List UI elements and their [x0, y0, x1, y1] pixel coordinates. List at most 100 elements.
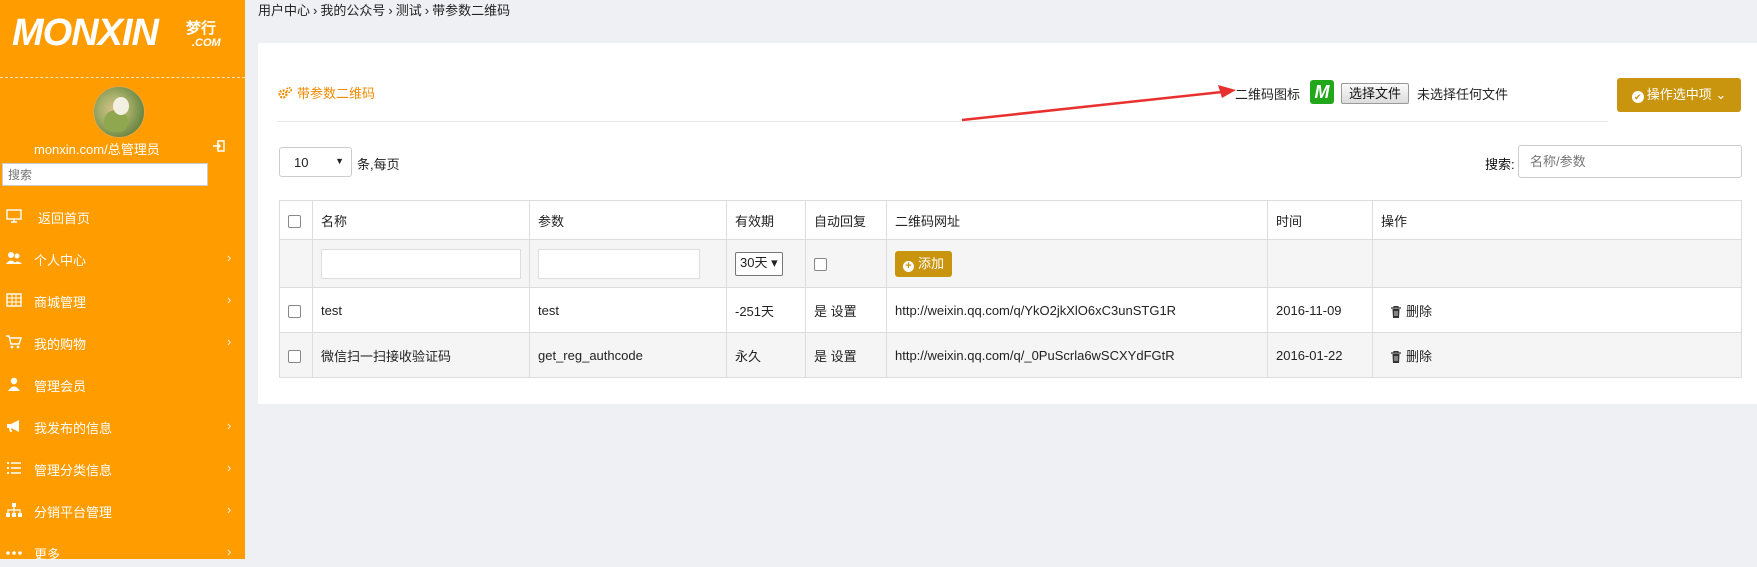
url-cell: http://weixin.qq.com/q/_0PuScrla6wSCXYdF…: [886, 332, 1268, 378]
sidebar-item-label: 更多: [34, 547, 61, 562]
sidebar-item-distribution[interactable]: 分销平台管理 ›: [0, 495, 245, 525]
breadcrumb-item[interactable]: 我的公众号: [320, 3, 385, 18]
sidebar-item-more[interactable]: 更多 ›: [0, 537, 245, 567]
qr-icon-label: 二维码图标: [1235, 87, 1301, 102]
column-header[interactable]: 时间: [1267, 200, 1373, 240]
validity-select[interactable]: 30天 ▾: [735, 251, 783, 276]
actions-cell: 删除: [1372, 332, 1742, 378]
sidebar-item-label: 返回首页: [38, 211, 91, 226]
new-param-input[interactable]: [538, 248, 700, 279]
monitor-icon: [6, 209, 22, 223]
trash-icon: [1391, 350, 1401, 363]
page-size-value: 10: [294, 155, 309, 170]
sidebar-item-home[interactable]: 返回首页: [0, 201, 245, 231]
auto-reply-checkbox[interactable]: [814, 258, 827, 272]
delete-button[interactable]: 删除: [1391, 349, 1432, 364]
breadcrumb-separator: ›: [313, 3, 318, 18]
cell: [1267, 239, 1373, 288]
auto-reply-cell: 是 设置: [805, 332, 887, 378]
time-cell: 2016-01-22: [1267, 332, 1373, 378]
sidebar-item-my-posts[interactable]: 我发布的信息 ›: [0, 411, 245, 441]
list-icon: [7, 462, 21, 474]
cell: [279, 287, 313, 333]
logout-icon[interactable]: [213, 140, 225, 152]
sidebar-item-members[interactable]: 管理会员: [0, 369, 245, 399]
chevron-right-icon: ›: [227, 292, 232, 307]
name-cell: 微信扫一扫接收验证码: [312, 332, 530, 378]
auto-reply-settings-link[interactable]: 设置: [831, 349, 857, 364]
sidebar-item-label: 个人中心: [34, 253, 87, 268]
cell: [312, 239, 530, 288]
logo[interactable]: MONXIN 梦行 .COM: [12, 12, 232, 56]
megaphone-icon: [7, 420, 19, 432]
column-header: 操作: [1372, 200, 1742, 240]
sidebar-item-personal[interactable]: 个人中心 ›: [0, 243, 245, 273]
delete-label: 删除: [1406, 348, 1433, 364]
sidebar-item-label: 管理会员: [34, 379, 87, 394]
caret-down-icon: ▼: [335, 156, 344, 166]
auto-reply-yes: 是: [814, 348, 828, 364]
file-status: 未选择任何文件: [1417, 87, 1509, 102]
cell: [279, 239, 313, 288]
sidebar-item-shopping[interactable]: 我的购物 ›: [0, 327, 245, 357]
select-all-cell: [279, 200, 313, 240]
logo-cn: 梦行: [186, 20, 217, 37]
auto-reply-settings-link[interactable]: 设置: [831, 304, 857, 319]
check-circle-icon: ✔: [1631, 91, 1644, 103]
sidebar-item-label: 管理分类信息: [34, 463, 113, 478]
row-checkbox[interactable]: [288, 349, 301, 363]
validity-cell: 永久: [726, 332, 806, 378]
table-row: test test -251天 是 设置 http://weixin.qq.co…: [279, 287, 1742, 333]
chevron-down-icon: ⌄: [1715, 87, 1727, 102]
delete-label: 删除: [1406, 303, 1433, 319]
validity-cell: -251天: [726, 287, 806, 333]
batch-operations-button[interactable]: ✔ 操作选中项 ⌄: [1617, 78, 1741, 112]
choose-file-button[interactable]: 选择文件: [1341, 83, 1410, 104]
username[interactable]: monxin.com/总管理员: [34, 139, 160, 158]
breadcrumb-item-current: 带参数二维码: [432, 3, 511, 18]
avatar-figure-head: [113, 97, 129, 115]
cell: [279, 332, 313, 378]
auto-reply-cell: 是 设置: [805, 287, 887, 333]
search-label: 搜索:: [1485, 157, 1515, 172]
actions-cell: 删除: [1372, 287, 1742, 333]
delete-button[interactable]: 删除: [1391, 304, 1432, 319]
annotation-arrow-icon: [961, 85, 1236, 122]
new-name-input[interactable]: [321, 248, 521, 279]
cell: [1372, 239, 1742, 288]
sidebar-item-label: 分销平台管理: [34, 505, 113, 520]
column-header[interactable]: 参数: [529, 200, 727, 240]
qr-logo-preview: M: [1310, 80, 1334, 104]
table-header-row: 名称 参数 有效期 自动回复 二维码网址 时间 操作: [279, 200, 1742, 240]
sidebar-item-mall[interactable]: 商城管理 ›: [0, 285, 245, 315]
select-all-checkbox[interactable]: [288, 214, 301, 228]
breadcrumb-item[interactable]: 测试: [396, 3, 422, 18]
column-header[interactable]: 名称: [312, 200, 530, 240]
page-size-select[interactable]: 10 ▼: [279, 147, 352, 177]
search-input[interactable]: [1518, 145, 1742, 178]
sidebar: MONXIN 梦行 .COM monxin.com/总管理员 返回首页 个人中心…: [0, 0, 245, 562]
param-cell: get_reg_authcode: [529, 332, 727, 378]
breadcrumb: 用户中心 › 我的公众号 › 测试 › 带参数二维码: [258, 0, 510, 19]
breadcrumb-item[interactable]: 用户中心: [258, 3, 310, 18]
divider: [0, 77, 245, 78]
column-header[interactable]: 二维码网址: [886, 200, 1268, 240]
grid-icon: [6, 293, 22, 307]
column-header[interactable]: 有效期: [726, 200, 806, 240]
gears-icon: [278, 87, 292, 99]
add-button[interactable]: + 添加: [895, 250, 953, 277]
cell: [529, 239, 727, 288]
add-button-label: 添加: [918, 255, 945, 271]
logo-com: .COM: [192, 37, 221, 49]
param-cell: test: [529, 287, 727, 333]
time-cell: 2016-11-09: [1267, 287, 1373, 333]
column-header[interactable]: 自动回复: [805, 200, 887, 240]
row-checkbox[interactable]: [288, 304, 301, 318]
sidebar-item-categories[interactable]: 管理分类信息 ›: [0, 453, 245, 483]
plus-circle-icon: +: [903, 260, 914, 272]
chevron-right-icon: ›: [227, 334, 232, 349]
breadcrumb-separator: ›: [388, 3, 393, 18]
auto-reply-yes: 是: [814, 303, 828, 319]
sidebar-search-input[interactable]: [2, 163, 208, 186]
cell: [805, 239, 887, 288]
